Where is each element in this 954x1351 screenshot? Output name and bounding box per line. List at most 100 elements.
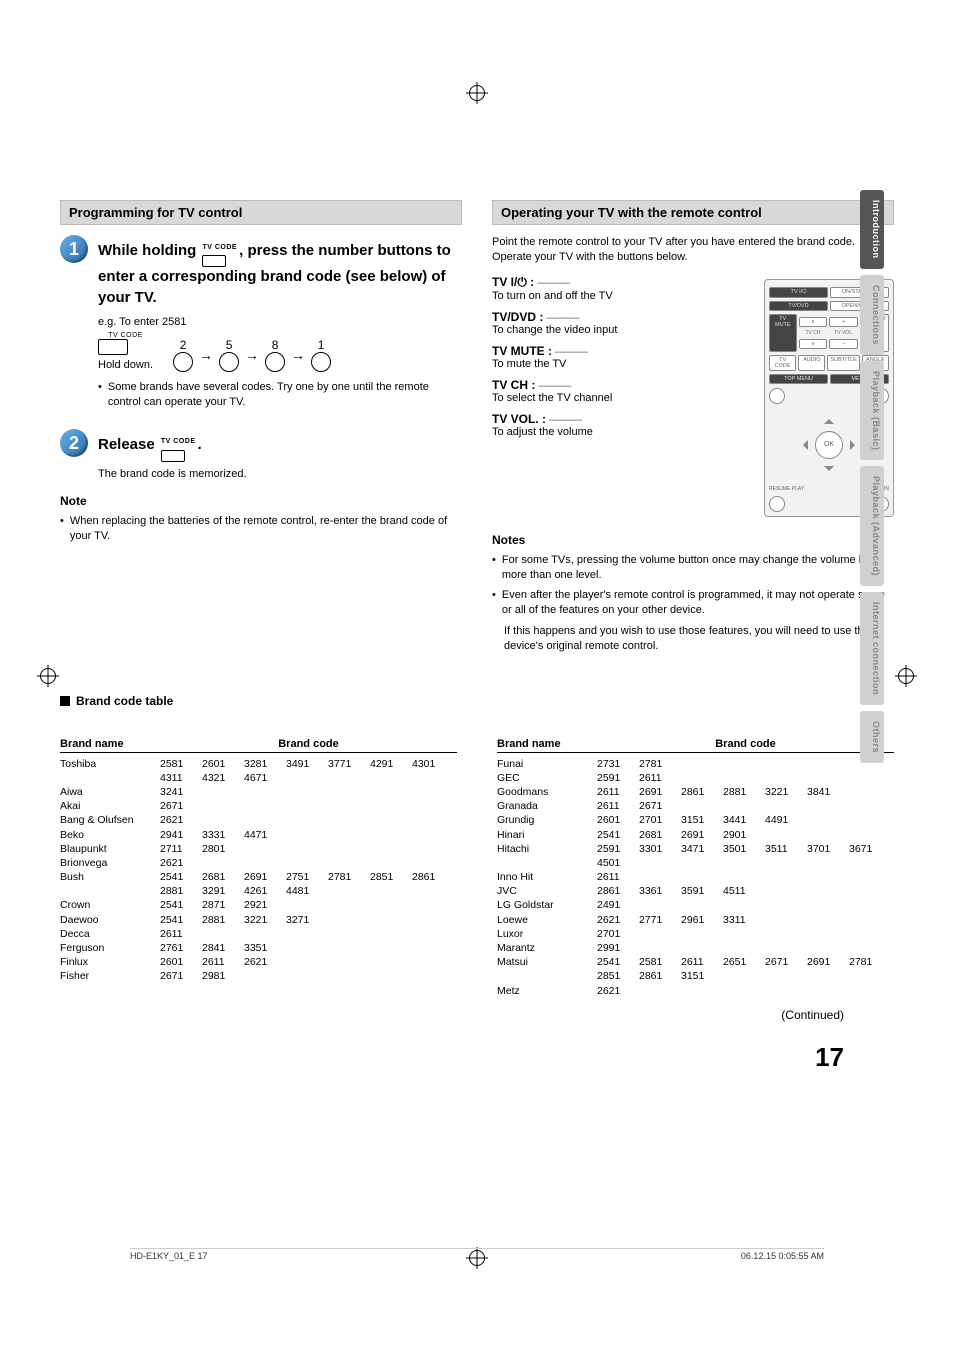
tvcode-button-icon: TV CODE	[161, 429, 196, 461]
arrow-right-icon: →	[291, 347, 305, 363]
brand-name: Daewoo	[60, 913, 160, 927]
page-number: 17	[60, 1042, 894, 1073]
step-number-1: 1	[60, 235, 88, 263]
brand-name: Granada	[497, 799, 597, 813]
code-row: Hinari2541268126912901	[497, 828, 894, 842]
arrow-right-icon: →	[245, 347, 259, 363]
note-heading: Note	[60, 494, 462, 508]
side-tab: Playback (Advanced)	[860, 466, 884, 586]
col-hd-name: Brand name	[497, 738, 597, 750]
remote-btn-subtitle: SUBTITLE	[827, 355, 859, 371]
right-column: Operating your TV with the remote contro…	[492, 200, 894, 654]
brand-codes: 27312781	[597, 757, 894, 771]
example-label: e.g. To enter 2581	[98, 316, 462, 328]
remote-lbl-resume: RESUME PLAY	[769, 486, 828, 492]
footer-left: HD-E1KY_01_E 17	[130, 1251, 208, 1261]
tv-op-label: TV/DVD :	[492, 310, 543, 324]
tvcode-label: TV CODE	[161, 438, 196, 445]
brand-codes: 2621277129613311	[597, 913, 894, 927]
digit-sequence: 2→5→8→1	[173, 338, 331, 372]
remote-circle-icon	[769, 496, 785, 512]
code-row: GEC25912611	[497, 771, 894, 785]
tv-op-label: TV I/⏻ :	[492, 275, 534, 289]
brand-codes: 2991	[597, 941, 894, 955]
tv-op-label: TV MUTE :	[492, 344, 552, 358]
step-2-note: The brand code is memorized.	[98, 468, 462, 480]
code-row: Ferguson276128413351	[60, 941, 457, 955]
side-tab: Introduction	[860, 190, 884, 269]
step-1-title: While holding TV CODE, press the number …	[98, 235, 462, 308]
code-row: Fisher26712981	[60, 969, 457, 983]
code-row: Aiwa3241	[60, 785, 457, 799]
triangle-right-icon	[850, 440, 860, 450]
code-row: JVC2861336135914511	[497, 884, 894, 898]
brand-codes: 261126912861288132213841	[597, 785, 894, 799]
brand-codes: 26012701315134414491	[597, 813, 894, 827]
code-table-right: Brand nameBrand code Funai27312781GEC259…	[497, 738, 894, 998]
remote-navpad: OK	[794, 410, 864, 480]
step-2-title: Release TV CODE.	[98, 429, 462, 461]
digit-button-icon	[311, 352, 331, 372]
triangle-left-icon	[798, 440, 808, 450]
notes-list: For some TVs, pressing the volume button…	[492, 553, 894, 654]
brand-codes: 2861336135914511	[597, 884, 894, 898]
registration-mark-icon	[898, 668, 914, 684]
code-row: Hitachi25913301347135013511370136714501	[497, 842, 894, 870]
brand-name: Matsui	[497, 955, 597, 983]
brand-codes: 2581260132813491377142914301431143214671	[160, 757, 457, 785]
col-hd-code: Brand code	[160, 738, 457, 750]
brand-codes: 2611	[597, 870, 894, 884]
brand-codes: 2621	[160, 856, 457, 870]
brand-name: Grundig	[497, 813, 597, 827]
footer: HD-E1KY_01_E 17 06.12.15 0:05:55 AM	[130, 1248, 824, 1261]
code-row: Goodmans261126912861288132213841	[497, 785, 894, 799]
brand-name: Fisher	[60, 969, 160, 983]
brand-codes: 25913301347135013511370136714501	[597, 842, 894, 870]
brand-name: Brionvega	[60, 856, 160, 870]
remote-btn-tvdvd: TV/DVD	[769, 301, 828, 311]
code-row: Funai27312781	[497, 757, 894, 771]
brand-codes: 2671	[160, 799, 457, 813]
tvcode-label: TV CODE	[202, 244, 237, 251]
brand-name: Ferguson	[60, 941, 160, 955]
brand-name: Luxor	[497, 927, 597, 941]
code-row: Granada26112671	[497, 799, 894, 813]
left-column: Programming for TV control 1 While holdi…	[60, 200, 462, 654]
brand-name: Crown	[60, 898, 160, 912]
brand-name: JVC	[497, 884, 597, 898]
code-row: Luxor2701	[497, 927, 894, 941]
brand-name: Blaupunkt	[60, 842, 160, 856]
step-number-2: 2	[60, 429, 88, 457]
brand-code-section: Brand code table Brand nameBrand code To…	[60, 694, 894, 998]
brand-code-title: Brand code table	[60, 694, 894, 708]
brand-codes: 25912611	[597, 771, 894, 785]
brand-name: Akai	[60, 799, 160, 813]
brand-codes: 2541258126112651267126912781285128613151	[597, 955, 894, 983]
note-text: When replacing the batteries of the remo…	[70, 514, 462, 544]
brand-codes: 2701	[597, 927, 894, 941]
brand-name: Hinari	[497, 828, 597, 842]
brand-name: Loewe	[497, 913, 597, 927]
step-2-title-a: Release	[98, 437, 159, 454]
side-tab: Others	[860, 711, 884, 763]
brand-codes: 254128712921	[160, 898, 457, 912]
code-row: Crown254128712921	[60, 898, 457, 912]
code-row: Daewoo2541288132213271	[60, 913, 457, 927]
registration-mark-icon	[469, 85, 485, 101]
tvcode-button-icon: TV CODE	[202, 235, 237, 267]
continued-label: (Continued)	[60, 1008, 894, 1022]
code-row: Marantz2991	[497, 941, 894, 955]
brand-codes: 260126112621	[160, 955, 457, 969]
code-row: Grundig26012701315134414491	[497, 813, 894, 827]
brand-name: Bang & Olufsen	[60, 813, 160, 827]
remote-lbl-tvvol: TV VOL.	[829, 330, 858, 336]
brand-name: Aiwa	[60, 785, 160, 799]
brand-codes: 2541268126912751278128512861288132914261…	[160, 870, 457, 898]
brand-codes: 2541268126912901	[597, 828, 894, 842]
code-row: Finlux260126112621	[60, 955, 457, 969]
step-1-bullet: Some brands have several codes. Try one …	[98, 380, 462, 410]
tv-op-label: TV CH :	[492, 378, 535, 392]
brand-codes: 2541288132213271	[160, 913, 457, 927]
brand-codes: 26712981	[160, 969, 457, 983]
code-row: Loewe2621277129613311	[497, 913, 894, 927]
